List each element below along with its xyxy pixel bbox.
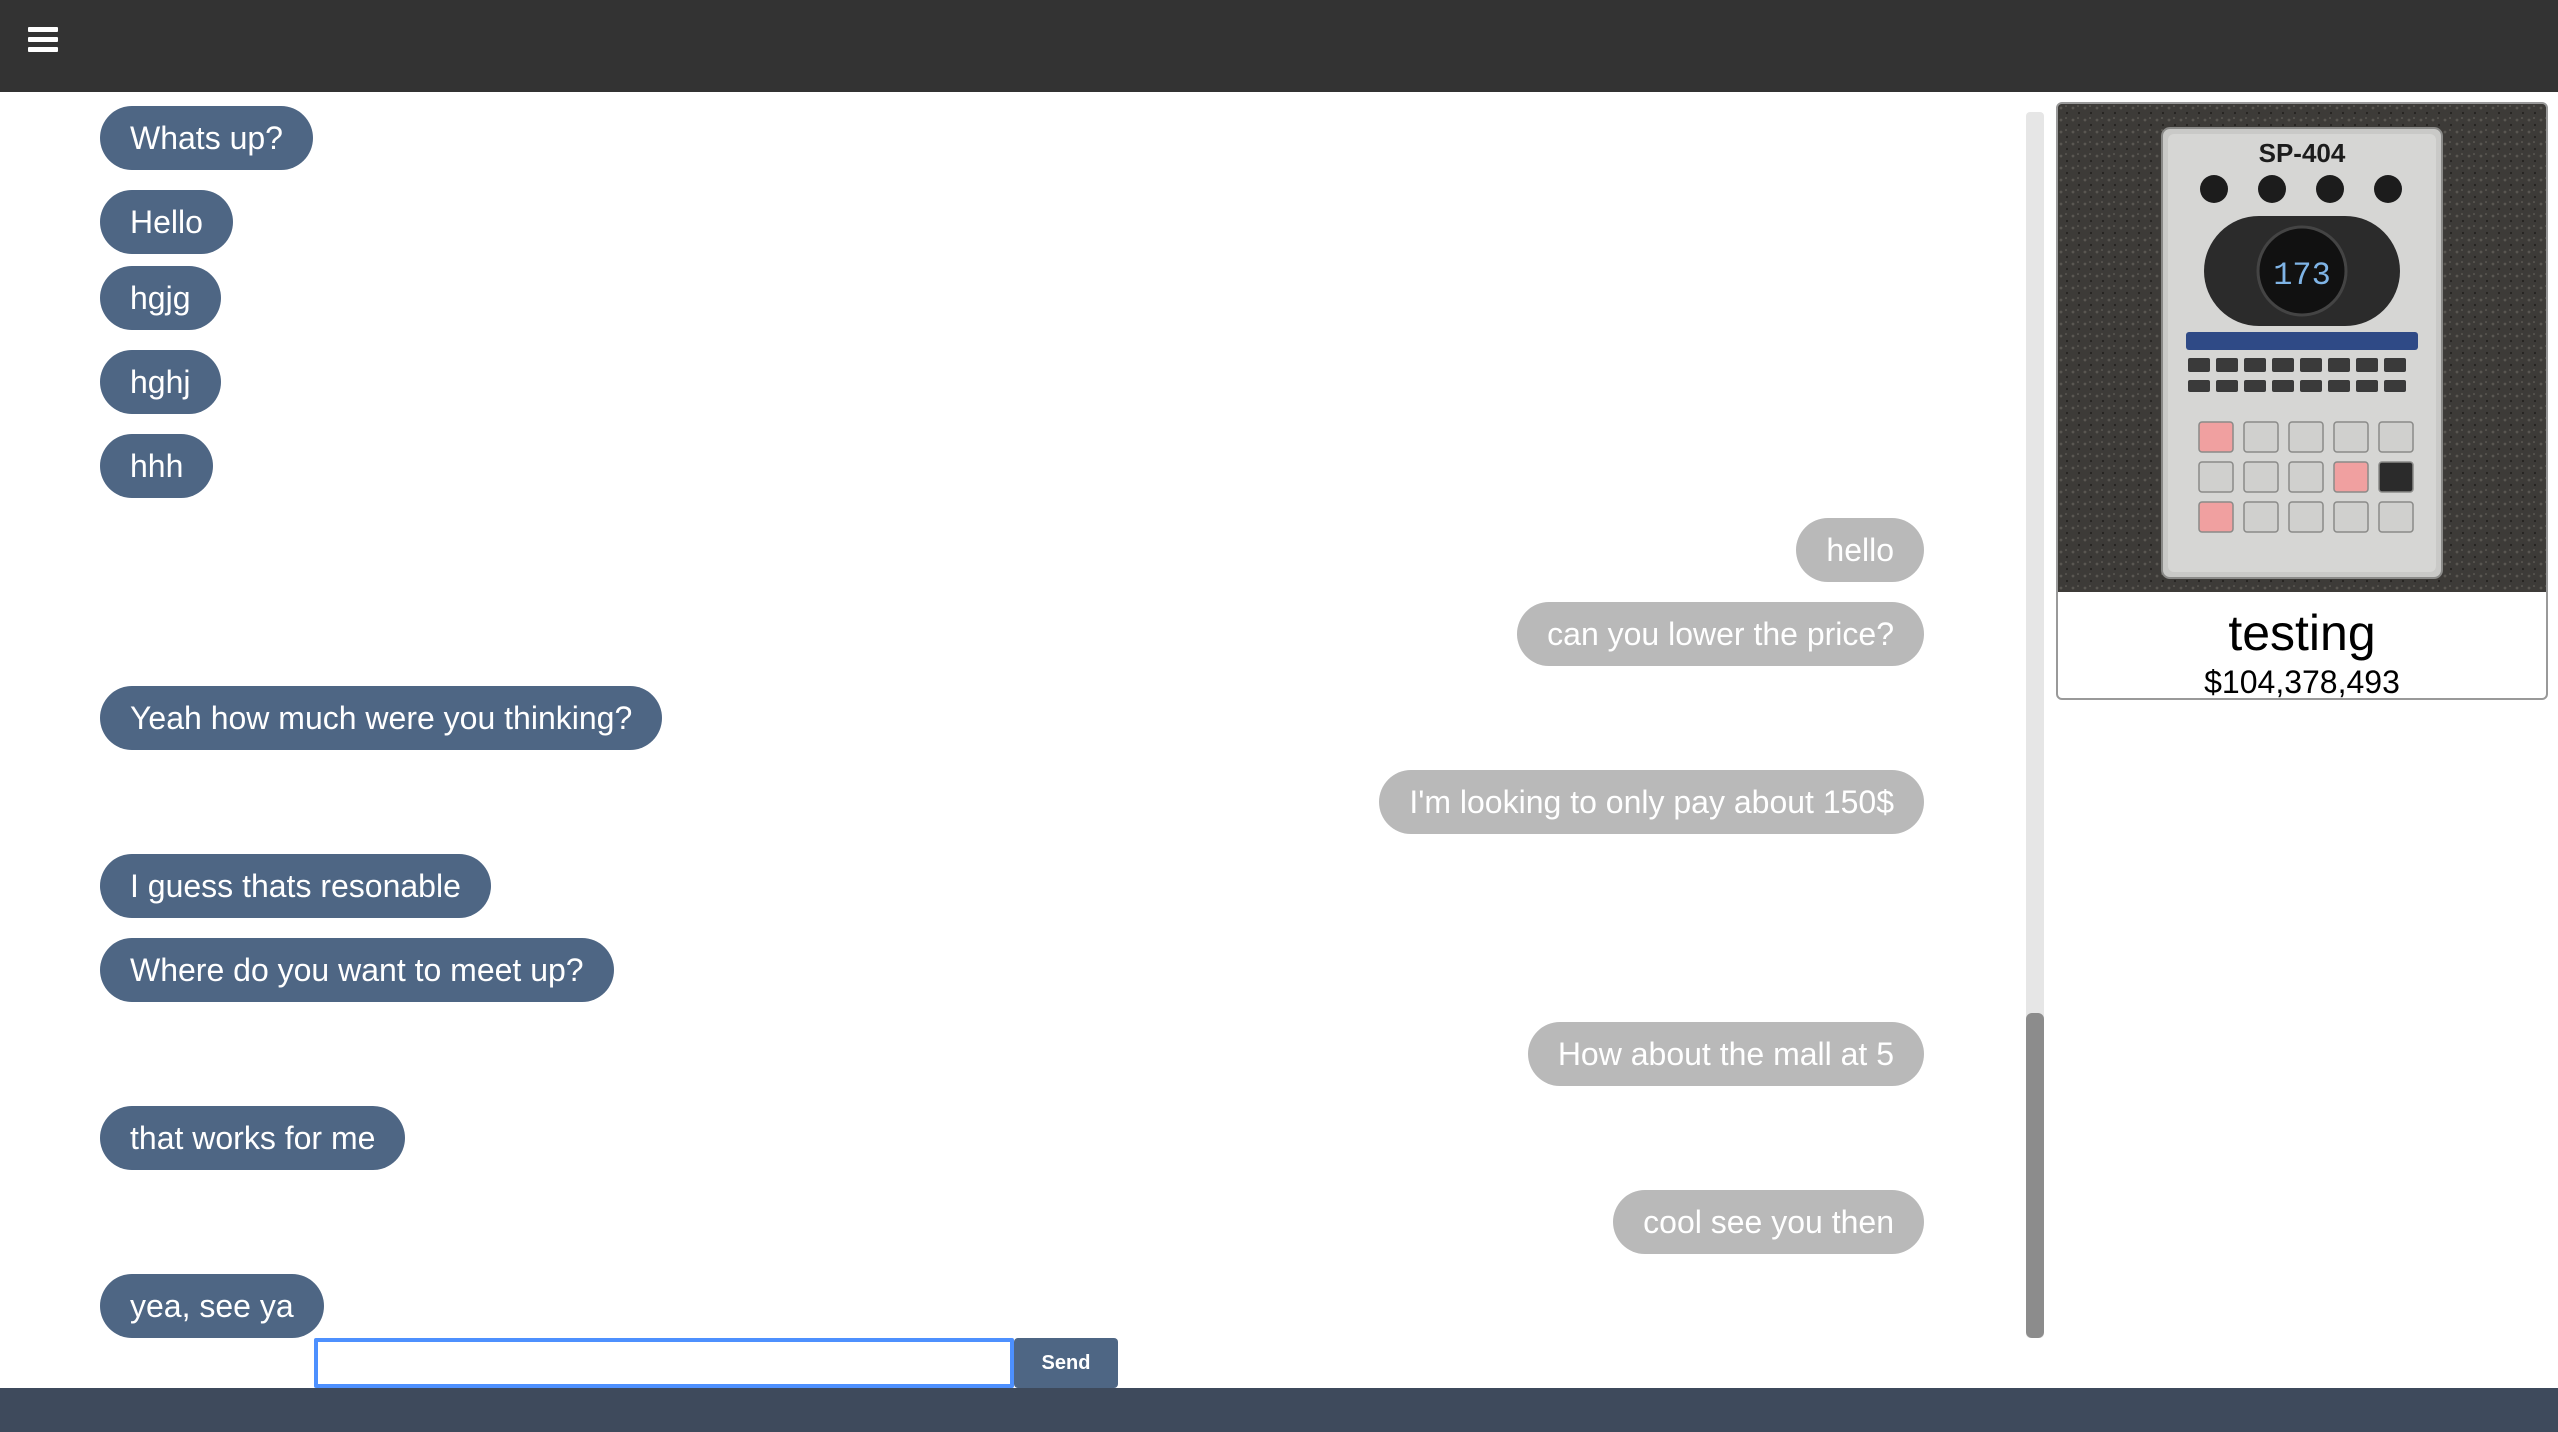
message-sent: can you lower the price? (1517, 602, 1924, 666)
message-received: Hello (100, 190, 233, 254)
listing-title: testing (2228, 605, 2376, 661)
message-thread[interactable]: Whats up? Hello hgjg hghj hhh hello can … (0, 92, 2000, 1338)
listing-image: SP-404 173 (2058, 104, 2546, 592)
message-sent: hello (1796, 518, 1924, 582)
message-received: that works for me (100, 1106, 406, 1170)
message-input[interactable] (314, 1338, 1014, 1388)
message-received: Yeah how much were you thinking? (100, 686, 663, 750)
svg-text:173: 173 (2273, 257, 2331, 294)
sampler-device-image: SP-404 173 (2058, 104, 2546, 592)
hamburger-menu-icon[interactable] (28, 27, 58, 53)
message-received: Where do you want to meet up? (100, 938, 614, 1002)
top-nav-bar (0, 0, 2558, 92)
message-received: hgjg (100, 266, 221, 330)
send-button[interactable]: Send (1014, 1338, 1118, 1388)
message-received: I guess thats resonable (100, 854, 491, 918)
svg-text:SP-404: SP-404 (2259, 138, 2346, 168)
message-sent: cool see you then (1613, 1190, 1924, 1254)
message-received: hhh (100, 434, 214, 498)
listing-price: $104,378,493 (2204, 664, 2400, 700)
message-scrollbar-thumb[interactable] (2026, 1013, 2044, 1338)
listing-card[interactable]: SP-404 173 testing $104,378,493 (2056, 102, 2548, 700)
message-received: yea, see ya (100, 1274, 324, 1338)
footer-bar (0, 1388, 2558, 1432)
message-received: Whats up? (100, 106, 313, 170)
message-sent: How about the mall at 5 (1527, 1022, 1924, 1086)
message-received: hghj (100, 350, 221, 414)
message-sent: I'm looking to only pay about 150$ (1379, 770, 1924, 834)
